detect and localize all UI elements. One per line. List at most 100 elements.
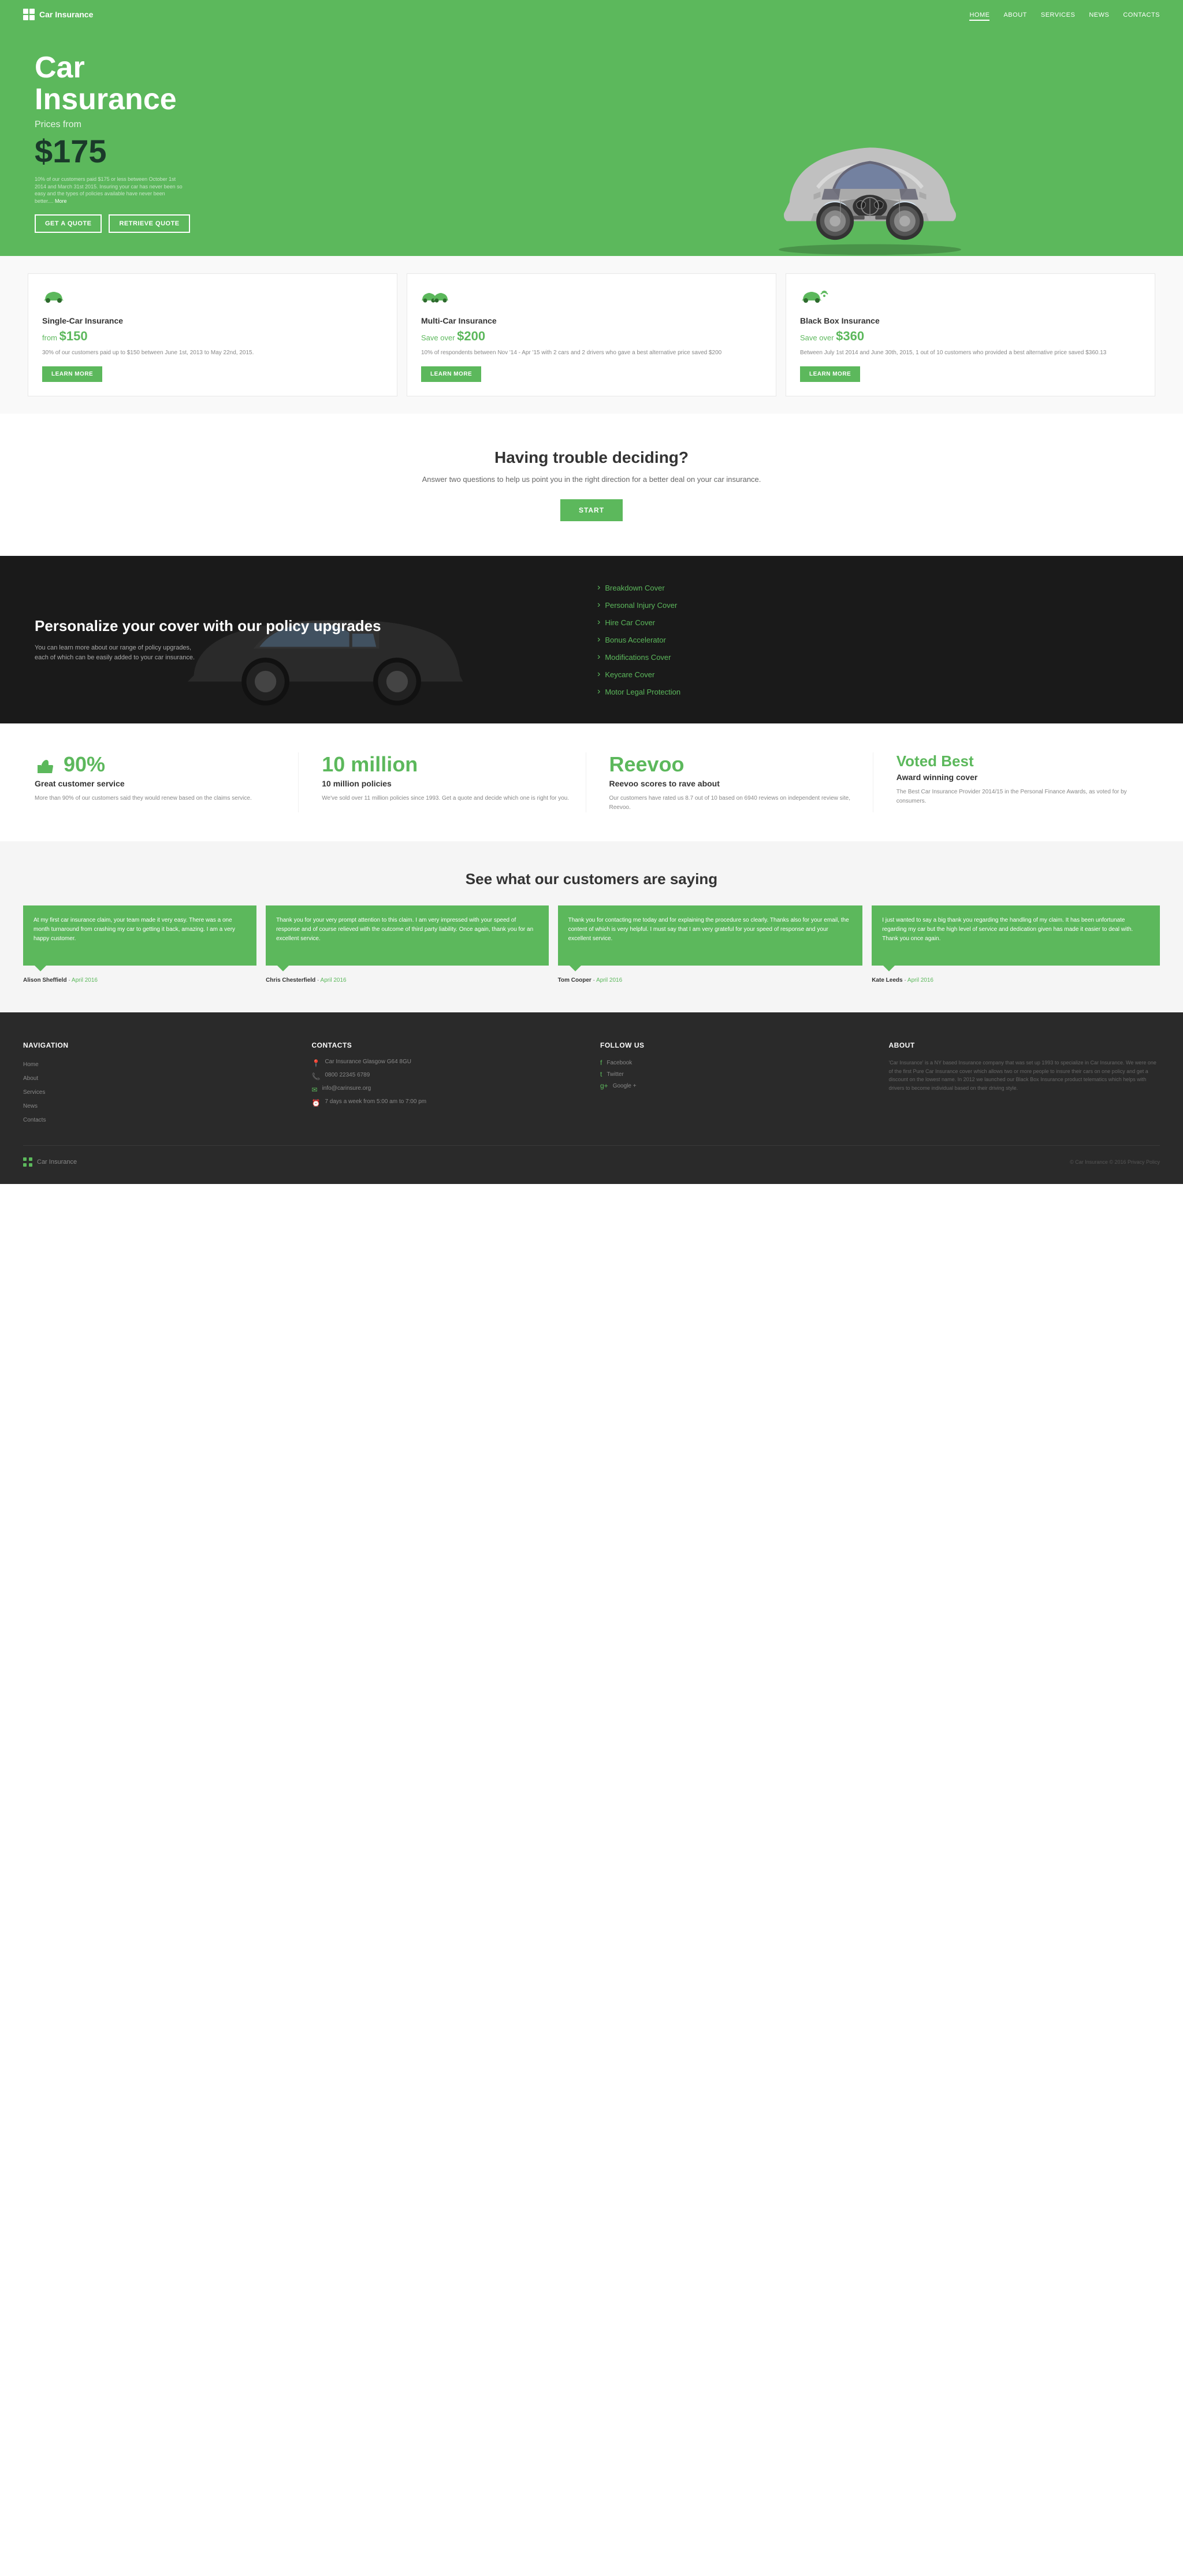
testimonial-card-2: Thank you for contacting me today and fo… [558,905,863,966]
policy-description: You can learn more about our range of po… [35,643,196,663]
footer-contacts-title: Contacts [312,1041,583,1049]
policy-item-hire-car[interactable]: Hire Car Cover [597,614,1148,631]
footer-about-title: About [889,1041,1160,1049]
stat-service-desc: More than 90% of our customers said they… [35,794,287,803]
more-link[interactable]: More [55,198,67,204]
multi-car-title: Multi-Car Insurance [421,316,762,325]
hero-section: Car Insurance Prices from $175 10% of ou… [0,29,1183,256]
nav-item-home[interactable]: HOME [969,9,989,20]
logo-icon [23,9,35,20]
phone-icon: 📞 [312,1072,321,1081]
testimonial-card-3: I just wanted to say a big thank you reg… [872,905,1160,966]
footer-nav-title: Navigation [23,1041,295,1049]
hero-buttons: GET A QUOTE RETRIEVE QUOTE [35,214,592,233]
footer-grid: Navigation Home About Services News Cont… [23,1041,1160,1128]
single-car-learn-more[interactable]: LEARN MORE [42,366,102,382]
policy-list: Breakdown Cover Personal Injury Cover Hi… [586,579,1148,700]
single-car-title: Single-Car Insurance [42,316,383,325]
footer-nav-services[interactable]: Services [23,1086,295,1097]
footer-logo: Car Insurance [23,1157,77,1167]
testimonial-text-1: Thank you for your very prompt attention… [276,916,538,944]
footer-navigation: Navigation Home About Services News Cont… [23,1041,295,1128]
policy-item-modifications[interactable]: Modifications Cover [597,648,1148,666]
car-svg [760,106,980,256]
twitter-link[interactable]: t Twitter [600,1070,872,1078]
footer-email: ✉ info@carinsure.org [312,1085,583,1094]
black-box-desc: Between July 1st 2014 and June 30th, 201… [800,348,1141,357]
footer-social-links: f Facebook t Twitter g+ Google + [600,1059,872,1090]
stat-policies-label: 10 million policies [322,779,574,788]
stat-customer-service: 90% Great customer service More than 90%… [23,752,299,812]
googleplus-link[interactable]: g+ Google + [600,1082,872,1090]
decide-title: Having trouble deciding? [23,448,1160,467]
stat-policies: 10 million 10 million policies We've sol… [310,752,586,812]
nav-item-about[interactable]: ABOUT [1003,9,1026,20]
location-icon: 📍 [312,1059,321,1067]
footer-nav-contacts[interactable]: Contacts [23,1114,295,1124]
single-car-card: Single-Car Insurance from $150 30% of ou… [28,273,397,396]
testimonials-grid: At my first car insurance claim, your te… [23,905,1160,983]
policy-item-motor-legal[interactable]: Motor Legal Protection [597,683,1148,700]
testimonial-author-1: Chris Chesterfield · April 2016 [266,977,549,983]
nav-logo: Car Insurance [23,9,93,20]
policy-item-keycare[interactable]: Keycare Cover [597,666,1148,683]
black-box-price: Save over $360 [800,329,1141,344]
footer-nav-home[interactable]: Home [23,1059,295,1069]
testimonial-item-0: At my first car insurance claim, your te… [23,905,256,983]
black-box-card: Black Box Insurance Save over $360 Betwe… [786,273,1155,396]
get-quote-button[interactable]: GET A QUOTE [35,214,102,233]
policy-item-breakdown[interactable]: Breakdown Cover [597,579,1148,596]
footer-bottom: Car Insurance © Car Insurance © 2016 Pri… [23,1145,1160,1167]
policy-content: Personalize your cover with our policy u… [35,617,586,663]
testimonials-section: See what our customers are saying At my … [0,841,1183,1012]
facebook-link[interactable]: f Facebook [600,1059,872,1067]
navbar: Car Insurance HOME ABOUT SERVICES NEWS C… [0,0,1183,29]
testimonial-text-0: At my first car insurance claim, your te… [34,916,246,944]
stats-section: 90% Great customer service More than 90%… [0,723,1183,841]
testimonial-author-3: Kate Leeds · April 2016 [872,977,1160,983]
email-icon: ✉ [312,1086,318,1094]
clock-icon: ⏰ [312,1099,321,1107]
footer-nav-about[interactable]: About [23,1072,295,1083]
testimonial-item-1: Thank you for your very prompt attention… [266,905,549,983]
multi-car-card: Multi-Car Insurance Save over $200 10% o… [407,273,776,396]
nav-item-contacts[interactable]: CONTACTS [1123,9,1160,20]
testimonial-text-3: I just wanted to say a big thank you reg… [882,916,1149,944]
testimonial-card-1: Thank you for your very prompt attention… [266,905,549,966]
footer-hours: ⏰ 7 days a week from 5:00 am to 7:00 pm [312,1098,583,1107]
black-box-title: Black Box Insurance [800,316,1141,325]
decide-description: Answer two questions to help us point yo… [23,474,1160,486]
hero-title: Car Insurance [35,52,592,115]
footer-about-col: About 'Car Insurance' is a NY based Insu… [889,1041,1160,1128]
price-from-label: Prices from [35,120,592,130]
policy-item-bonus[interactable]: Bonus Accelerator [597,631,1148,648]
footer-address: 📍 Car Insurance Glasgow G64 8GU [312,1059,583,1067]
start-button[interactable]: START [560,499,623,521]
footer-nav-news[interactable]: News [23,1100,295,1111]
stat-service-label: Great customer service [35,779,287,788]
stat-90-number: 90% [35,752,287,777]
single-car-desc: 30% of our customers paid up to $150 bet… [42,348,383,357]
footer-logo-icon [23,1157,32,1167]
multi-car-learn-more[interactable]: LEARN MORE [421,366,481,382]
stat-policies-desc: We've sold over 11 million policies sinc… [322,794,574,803]
stat-reevoo: Reevoo Reevoo scores to rave about Our c… [598,752,873,812]
stat-reevoo-desc: Our customers have rated us 8.7 out of 1… [609,794,861,812]
footer-about-text: 'Car Insurance' is a NY based Insurance … [889,1059,1160,1092]
hero-disclaimer: 10% of our customers paid $175 or less b… [35,176,185,205]
retrieve-quote-button[interactable]: RETRIEVE QUOTE [109,214,189,233]
stat-voted-label: Award winning cover [896,773,1148,782]
policy-item-personal-injury[interactable]: Personal Injury Cover [597,596,1148,614]
black-box-learn-more[interactable]: LEARN MORE [800,366,860,382]
nav-item-services[interactable]: SERVICES [1041,9,1075,20]
testimonial-author-0: Alison Sheffield · April 2016 [23,977,256,983]
hero-car-image [592,106,1148,256]
footer-logo-text: Car Insurance [37,1159,77,1165]
testimonial-item-2: Thank you for contacting me today and fo… [558,905,863,983]
footer-social-title: Follow Us [600,1041,872,1049]
twitter-icon: t [600,1070,602,1078]
decide-section: Having trouble deciding? Answer two ques… [0,414,1183,556]
insurance-cards-section: Single-Car Insurance from $150 30% of ou… [0,256,1183,414]
nav-item-news[interactable]: NEWS [1089,9,1109,20]
testimonial-card-0: At my first car insurance claim, your te… [23,905,256,966]
